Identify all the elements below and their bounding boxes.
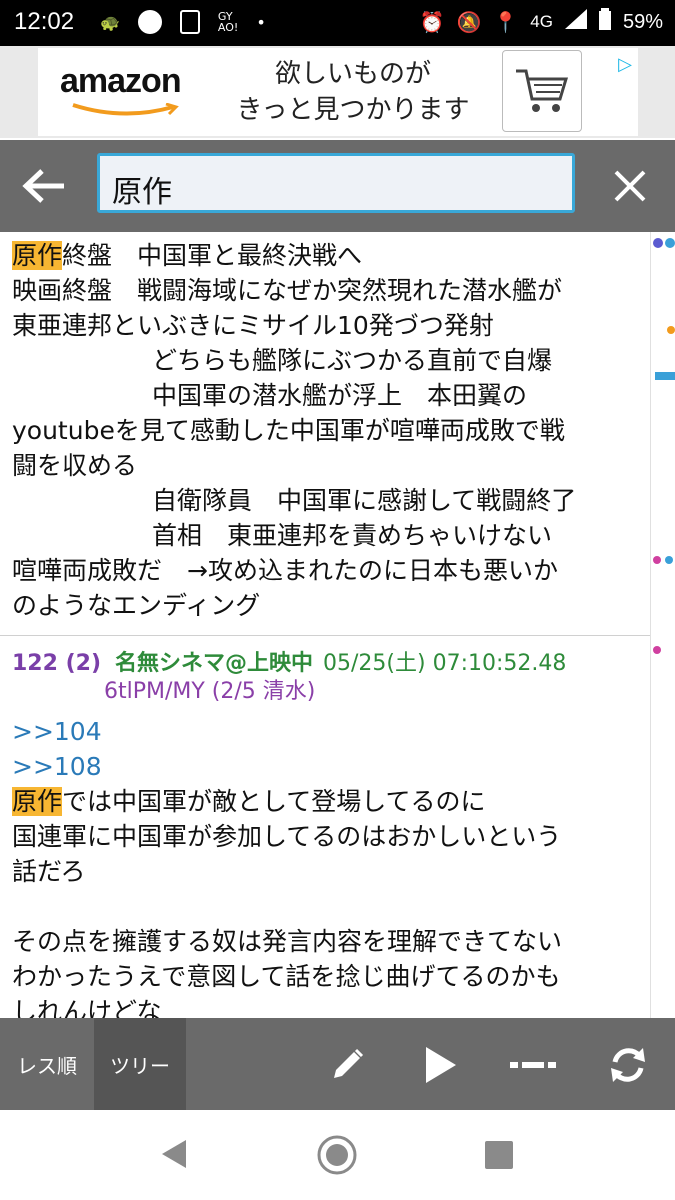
ad-content[interactable]: amazon 欲しいものが きっと見つかります ▷	[38, 48, 638, 136]
back-button[interactable]	[16, 160, 72, 212]
post-line: 原作では中国軍が敵として登場してるのに	[12, 787, 486, 816]
system-nav-bar	[0, 1110, 675, 1200]
post-number[interactable]: 122 (2)	[12, 651, 101, 676]
marker-dot-icon	[653, 556, 661, 564]
network-label: 4G	[530, 12, 553, 31]
post-line: しれんけどな	[12, 997, 162, 1020]
post-line: 国連軍に中国軍が参加してるのはおかしいという	[12, 822, 562, 851]
post-line: わかったうえで意図して話を捻じ曲げてるのかも	[12, 962, 561, 991]
bottom-action-bar: レス順 ツリー	[0, 1018, 675, 1110]
marker-dot-icon	[653, 646, 661, 654]
post-header: 122 (2) 名無シネマ@上映中 05/25(土) 07:10:52.48	[12, 642, 638, 678]
notification-icons: 🐢 GY AO! •	[100, 10, 266, 34]
post-line: 中国軍の潜水艦が浮上 本田翼の	[152, 381, 528, 410]
reply-anchor[interactable]: >>108	[12, 749, 638, 784]
reply-anchor[interactable]: >>104	[12, 714, 638, 749]
ad-banner[interactable]: amazon 欲しいものが きっと見つかります ▷	[0, 46, 675, 138]
circle-icon	[137, 10, 162, 34]
location-icon: 📍	[493, 11, 519, 34]
post-line: 映画終盤 戦闘海域になぜか突然現れた潜水艦が	[12, 276, 563, 305]
post-line: 原作終盤 中国軍と最終決戦へ	[12, 241, 363, 270]
app-icon	[179, 10, 200, 34]
post-date: 05/25(土) 07:10:52.48	[323, 651, 567, 676]
post-id-row: 6tlPM/MY (2/5 清水)	[12, 678, 638, 706]
dash-icon	[510, 1062, 556, 1068]
post-line: のようなエンディング	[12, 591, 261, 620]
tab-tree[interactable]: ツリー	[94, 1018, 186, 1110]
play-icon	[426, 1047, 456, 1083]
post-line: 自衛隊員 中国軍に感謝して戦闘終了	[152, 486, 577, 515]
marker-dot-icon	[665, 238, 675, 248]
mute-icon: 🔕	[456, 11, 482, 34]
status-bar: 12:02 🐢 GY AO! • ⏰ 🔕 📍 4G 59%	[0, 0, 675, 46]
post-1: 原作終盤 中国軍と最終決戦へ映画終盤 戦闘海域になぜか突然現れた潜水艦が 東亜連邦…	[0, 232, 650, 629]
marker-dot-icon	[653, 238, 663, 248]
adchoices-icon[interactable]: ▷	[618, 54, 632, 75]
poster-name: 名無シネマ@上映中	[115, 651, 314, 676]
post-line: 話だろ	[12, 857, 86, 886]
signal-icon	[564, 9, 587, 35]
post-line: 喧嘩両成敗だ →攻め込まれたのに日本も悪いか	[12, 556, 558, 585]
arrow-left-icon	[22, 169, 64, 203]
turtle-icon: 🐢	[100, 12, 120, 32]
amazon-logo: amazon	[60, 62, 182, 100]
scroll-thumb[interactable]	[655, 372, 675, 380]
battery-percent: 59%	[622, 10, 663, 33]
poster-id[interactable]: 6tlPM/MY (2/5 清水)	[104, 679, 315, 704]
search-input[interactable]: 原作	[97, 153, 575, 213]
ad-copy: 欲しいものが きっと見つかります	[236, 59, 470, 125]
dot-icon: •	[256, 12, 266, 32]
search-highlight: 原作	[12, 787, 63, 816]
search-highlight: 原作	[12, 241, 63, 270]
post-122: 122 (2) 名無シネマ@上映中 05/25(土) 07:10:52.48 6tl…	[0, 636, 650, 1020]
app2-icon: GY AO!	[217, 10, 239, 34]
nav-home-icon[interactable]	[316, 1134, 358, 1176]
post-line: 闘を収める	[12, 451, 138, 480]
scroll-marker-bar[interactable]	[650, 232, 675, 1020]
close-icon	[614, 170, 646, 202]
thread-content[interactable]: 原作終盤 中国軍と最終決戦へ映画終盤 戦闘海域になぜか突然現れた潜水艦が 東亜連邦…	[0, 232, 650, 1020]
status-right: ⏰ 🔕 📍 4G 59%	[420, 8, 663, 36]
post-line: youtubeを見て感動した中国軍が喧嘩両成敗で戦	[12, 416, 565, 445]
nav-recents-icon[interactable]	[484, 1140, 514, 1170]
alarm-icon: ⏰	[419, 11, 445, 34]
refresh-icon	[611, 1048, 645, 1082]
refresh-button[interactable]	[603, 1040, 653, 1090]
tab-res-order[interactable]: レス順	[0, 1018, 94, 1110]
pencil-icon	[334, 1048, 364, 1078]
scroll-mode-button[interactable]	[508, 1040, 558, 1090]
write-button[interactable]	[322, 1040, 372, 1090]
post-line: どちらも艦隊にぶつかる直前で自爆	[152, 346, 553, 375]
play-button[interactable]	[415, 1040, 465, 1090]
nav-back-icon[interactable]	[158, 1138, 190, 1170]
battery-icon	[598, 8, 611, 36]
post-line: 東亜連邦といぶきにミサイル10発づつ発射	[12, 311, 494, 340]
search-toolbar: 原作	[0, 140, 675, 232]
marker-dot-icon	[665, 556, 673, 564]
marker-dot-icon	[667, 326, 675, 334]
cart-icon[interactable]	[502, 50, 582, 132]
amazon-smile-icon	[72, 103, 179, 116]
status-time: 12:02	[14, 8, 75, 35]
clear-search-button[interactable]	[602, 160, 658, 212]
post-line: 首相 東亜連邦を責めちゃいけない	[152, 521, 553, 550]
post-line: その点を擁護する奴は発言内容を理解できてない	[12, 927, 563, 956]
